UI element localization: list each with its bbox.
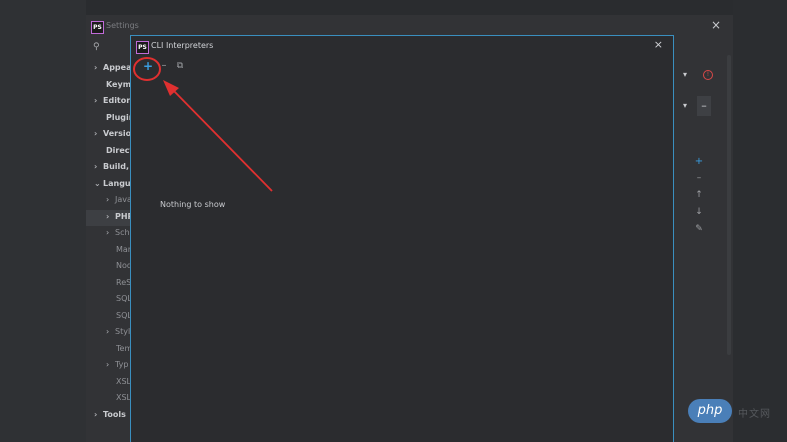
error-icon[interactable]: ! [703, 70, 713, 80]
phpstorm-app-icon: PS [91, 21, 104, 34]
chevron-icon[interactable]: ⌄ [94, 176, 103, 192]
cli-interpreters-dialog: PS CLI Interpreters × + – ⧉ Nothing to s… [130, 35, 674, 442]
background-right [733, 0, 787, 442]
add-interpreter-button[interactable]: + [142, 58, 154, 74]
tree-item[interactable]: ⌄ Langu [94, 176, 131, 192]
chevron-icon[interactable]: › [94, 60, 103, 76]
dialog-titlebar: PS CLI Interpreters × [131, 36, 673, 56]
tree-item-label: Langu [103, 178, 131, 188]
empty-list-message: Nothing to show [160, 200, 226, 209]
tree-item[interactable]: › Tools [94, 407, 126, 423]
remove-interpreter-button[interactable]: – [159, 58, 169, 74]
copy-interpreter-button[interactable]: ⧉ [175, 58, 185, 74]
chevron-icon[interactable]: › [106, 357, 115, 373]
remove-button[interactable]: – [697, 96, 711, 116]
tree-item-label: Typ [115, 360, 129, 369]
remove-icon[interactable]: – [694, 173, 704, 183]
chevron-icon[interactable]: › [106, 225, 115, 241]
close-icon[interactable]: × [711, 18, 721, 32]
tree-item-label: XSL [116, 393, 132, 402]
tree-item[interactable]: › Appea [94, 60, 131, 76]
add-icon[interactable]: + [694, 156, 704, 167]
tree-item-label: XSL [116, 376, 132, 386]
tree-item-label: Mar [116, 244, 132, 254]
dialog-title: CLI Interpreters [151, 41, 214, 50]
chevron-icon[interactable]: › [106, 192, 115, 208]
phpstorm-app-icon: PS [136, 41, 149, 54]
tree-item-label: ReS [116, 277, 132, 287]
tree-item-label: Versio [103, 129, 132, 138]
background-left [0, 0, 86, 442]
tree-item[interactable]: Mar [116, 242, 131, 258]
chevron-down-icon[interactable]: ▾ [683, 101, 687, 110]
tree-item[interactable]: XSL [116, 374, 131, 390]
tree-item-label: Editor [103, 96, 131, 105]
chevron-icon[interactable]: › [94, 159, 103, 175]
tree-item[interactable]: XSL [116, 390, 131, 406]
scrollbar[interactable] [727, 55, 731, 355]
tree-item-label: Tools [103, 409, 126, 419]
close-icon[interactable]: × [654, 38, 663, 51]
arrow-down-icon[interactable]: ↓ [694, 207, 704, 217]
chevron-icon[interactable]: › [106, 209, 115, 225]
tree-item[interactable]: › Build, [94, 159, 129, 175]
arrow-up-icon[interactable]: ↑ [694, 190, 704, 200]
dialog-toolbar: + – ⧉ [131, 58, 673, 76]
search-icon[interactable]: ⚲ [93, 42, 100, 52]
chevron-icon[interactable]: › [94, 126, 103, 142]
tree-item[interactable]: › Editor [94, 93, 130, 109]
tree-item[interactable]: › Versio [94, 126, 131, 142]
chevron-icon[interactable]: › [106, 324, 115, 340]
chevron-down-icon[interactable]: ▾ [683, 70, 687, 79]
chevron-icon[interactable]: › [94, 407, 103, 423]
php-watermark-badge: php [688, 399, 732, 423]
php-watermark-text: 中文网 [738, 409, 771, 420]
settings-title: Settings [106, 21, 139, 30]
tree-item-label: Appea [103, 63, 132, 72]
tree-item[interactable]: › Typ [106, 357, 128, 373]
tree-item[interactable]: › Java [106, 192, 132, 208]
tree-item-label: Build, [103, 162, 130, 171]
chevron-icon[interactable]: › [94, 93, 103, 109]
tree-item[interactable]: ReS [116, 275, 131, 291]
edit-icon[interactable]: ✎ [694, 224, 704, 234]
